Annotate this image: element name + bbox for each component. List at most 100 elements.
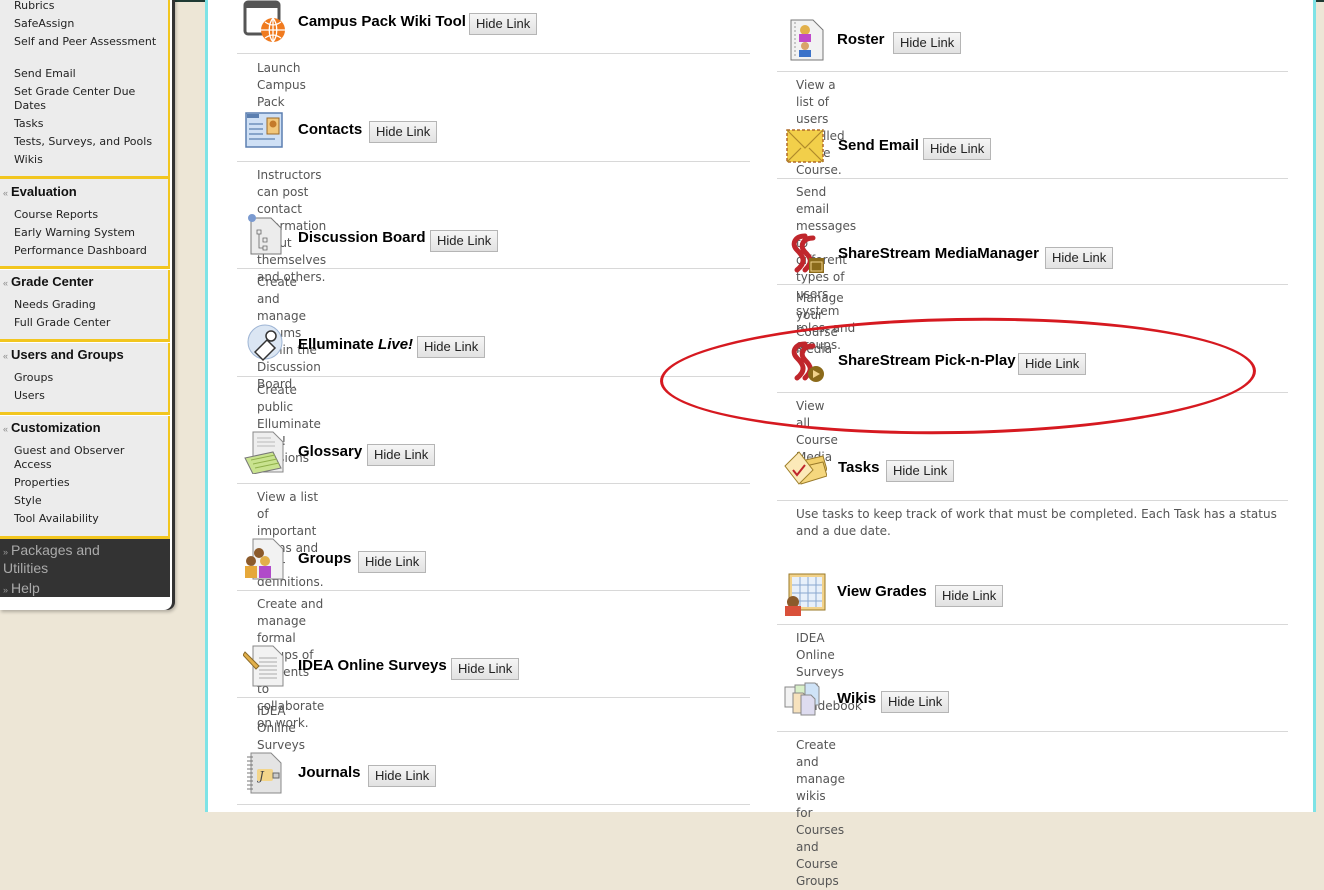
tools-content-area: Campus Pack Wiki Tool Hide Link Launch C…	[205, 0, 1316, 888]
sidebar-item-tests-surveys-pools[interactable]: Tests, Surveys, and Pools	[14, 135, 162, 149]
hide-link-button[interactable]: Hide Link	[923, 138, 992, 160]
tool-description: Create and manage wikis for Courses and …	[796, 738, 846, 888]
sharestream-pick-n-play-icon	[791, 341, 824, 382]
elluminate-icon	[247, 324, 283, 362]
discussion-board-icon	[248, 214, 282, 255]
divider	[237, 697, 750, 698]
sidebar-item-guest-observer-access[interactable]: Guest and Observer Access	[14, 444, 162, 472]
divider	[777, 624, 1288, 625]
idea-surveys-icon	[243, 645, 284, 687]
tool-title[interactable]: Discussion Board	[298, 229, 426, 246]
campus-pack-wiki-icon	[243, 0, 285, 43]
hide-link-button[interactable]: Hide Link	[368, 765, 437, 787]
sidebar-item-groups[interactable]: Groups	[14, 371, 162, 385]
tool-title[interactable]: IDEA Online Surveys	[298, 657, 447, 674]
sidebar-item-tool-availability[interactable]: Tool Availability	[14, 512, 162, 526]
tool-title[interactable]: View Grades	[837, 583, 927, 600]
sidebar-item-self-peer-assessment[interactable]: Self and Peer Assessment	[14, 35, 162, 49]
hide-link-button[interactable]: Hide Link	[1045, 247, 1114, 269]
tool-title[interactable]: ShareStream Pick-n-Play	[838, 352, 1016, 369]
sidebar-item-set-grade-center-due-dates[interactable]: Set Grade Center Due Dates	[14, 85, 162, 113]
hide-link-button[interactable]: Hide Link	[451, 658, 520, 680]
hide-link-button[interactable]: Hide Link	[430, 230, 499, 252]
divider	[777, 392, 1288, 393]
tool-title[interactable]: Campus Pack Wiki Tool	[298, 13, 466, 30]
journals-icon: J	[247, 752, 282, 794]
tool-title[interactable]: Journals	[298, 764, 361, 781]
sidebar-item-properties[interactable]: Properties	[14, 476, 162, 490]
divider	[237, 804, 750, 805]
sidebar-collapsed-sections: » Packages and Utilities » Help	[0, 539, 170, 597]
sidebar-section-customization: «Customization Guest and Observer Access…	[0, 416, 170, 539]
section-title: Evaluation	[11, 184, 77, 199]
sidebar-heading-users-groups[interactable]: «Users and Groups	[3, 347, 124, 362]
divider	[777, 71, 1288, 72]
divider	[237, 161, 750, 162]
collapse-chevron-icon: «	[3, 188, 9, 198]
tool-title[interactable]: Groups	[298, 550, 351, 567]
send-email-icon	[786, 129, 824, 163]
tool-title[interactable]: Elluminate Live!	[298, 336, 413, 353]
hide-link-button[interactable]: Hide Link	[1018, 353, 1087, 375]
sidebar-heading-packages-utilities[interactable]: » Packages and Utilities	[3, 542, 123, 576]
section-title: Users and Groups	[11, 347, 124, 362]
sidebar-item-send-email[interactable]: Send Email	[14, 67, 162, 81]
sidebar-item-course-reports[interactable]: Course Reports	[14, 208, 162, 222]
hide-link-button[interactable]: Hide Link	[886, 460, 955, 482]
tool-title[interactable]: Wikis	[837, 690, 876, 707]
divider	[777, 500, 1288, 501]
sidebar-item-style[interactable]: Style	[14, 494, 162, 508]
hide-link-button[interactable]: Hide Link	[469, 13, 538, 35]
sidebar-panel: Rubrics SafeAssign Self and Peer Assessm…	[0, 0, 172, 610]
divider	[237, 590, 750, 591]
sidebar-section-grade-center: «Grade Center Needs Grading Full Grade C…	[0, 270, 170, 342]
tool-title[interactable]: Roster	[837, 31, 885, 48]
tool-description: IDEA Online Surveys	[257, 704, 305, 752]
tool-title[interactable]: Glossary	[298, 443, 362, 460]
section-title: Packages and Utilities	[3, 542, 100, 576]
tasks-icon	[784, 451, 827, 485]
section-title: Help	[11, 580, 40, 596]
sidebar-heading-grade-center[interactable]: «Grade Center	[3, 274, 93, 289]
sidebar-heading-help[interactable]: » Help	[3, 580, 40, 598]
sidebar-item-wikis[interactable]: Wikis	[14, 153, 162, 167]
tool-title[interactable]: Send Email	[838, 137, 919, 154]
divider	[777, 731, 1288, 732]
sidebar-item-early-warning-system[interactable]: Early Warning System	[14, 226, 162, 240]
section-title: Customization	[11, 420, 101, 435]
tool-title-italic: Live!	[378, 336, 414, 353]
hide-link-button[interactable]: Hide Link	[893, 32, 962, 54]
hide-link-button[interactable]: Hide Link	[881, 691, 950, 713]
sidebar-heading-evaluation[interactable]: «Evaluation	[3, 184, 77, 199]
tool-title[interactable]: ShareStream MediaManager	[838, 245, 1039, 262]
tool-title[interactable]: Tasks	[838, 459, 879, 476]
collapse-chevron-icon: «	[3, 424, 9, 434]
tool-description: Use tasks to keep track of work that mus…	[796, 507, 1277, 538]
sidebar-item-tasks[interactable]: Tasks	[14, 117, 162, 131]
hide-link-button[interactable]: Hide Link	[367, 444, 436, 466]
collapse-chevron-icon: «	[3, 351, 9, 361]
section-title: Grade Center	[11, 274, 94, 289]
sidebar-section-evaluation: «Evaluation Course Reports Early Warning…	[0, 179, 170, 269]
glossary-icon	[244, 431, 284, 474]
course-menu-sidebar: Rubrics SafeAssign Self and Peer Assessm…	[0, 0, 175, 610]
divider	[237, 268, 750, 269]
collapse-chevron-icon: «	[3, 278, 9, 288]
hide-link-button[interactable]: Hide Link	[369, 121, 438, 143]
expand-chevron-icon: »	[3, 547, 9, 557]
sidebar-heading-customization[interactable]: «Customization	[3, 420, 101, 435]
sidebar-item-performance-dashboard[interactable]: Performance Dashboard	[14, 244, 162, 258]
sidebar-item-safeassign[interactable]: SafeAssign	[14, 17, 162, 31]
sidebar-item-rubrics[interactable]: Rubrics	[14, 0, 162, 13]
sidebar-item-needs-grading[interactable]: Needs Grading	[14, 298, 162, 312]
sharestream-mediamanager-icon	[791, 233, 824, 273]
tool-title-text: Elluminate	[298, 336, 374, 353]
sidebar-section-users-groups: «Users and Groups Groups Users	[0, 343, 170, 415]
divider	[237, 376, 750, 377]
sidebar-item-users[interactable]: Users	[14, 389, 162, 403]
sidebar-item-full-grade-center[interactable]: Full Grade Center	[14, 316, 162, 330]
hide-link-button[interactable]: Hide Link	[417, 336, 486, 358]
hide-link-button[interactable]: Hide Link	[935, 585, 1004, 607]
tool-title[interactable]: Contacts	[298, 121, 362, 138]
hide-link-button[interactable]: Hide Link	[358, 551, 427, 573]
